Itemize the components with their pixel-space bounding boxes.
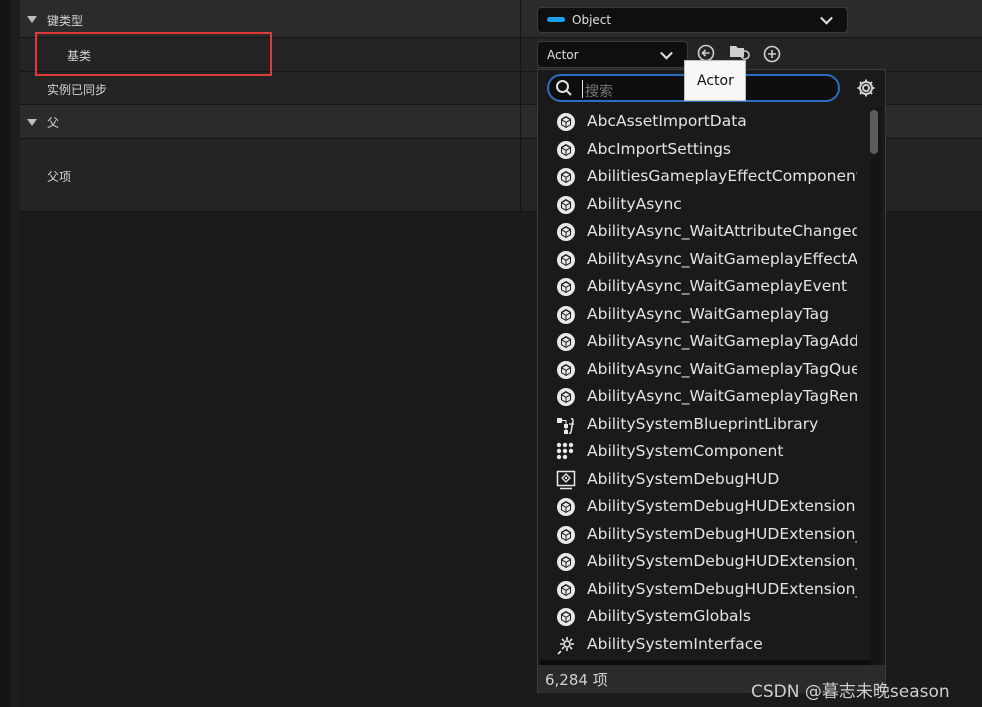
column-divider (520, 72, 521, 104)
key-type-value: Object (572, 13, 612, 27)
blueprint-library-icon (557, 417, 574, 434)
column-divider (520, 139, 521, 211)
chevron-down-icon (660, 46, 673, 60)
base-class-dropdown[interactable]: Actor (537, 41, 688, 68)
class-list-item[interactable]: AbilitySystemDebugHUD (540, 466, 872, 494)
column-divider (520, 38, 521, 71)
class-list-item-label: AbilityAsync (587, 194, 682, 213)
collapse-arrow-icon[interactable] (27, 119, 37, 126)
create-new-plus-icon[interactable] (763, 45, 781, 63)
parent-item-label: 父项 (47, 170, 72, 184)
class-list-item-label: AbilityAsync_WaitGameplayTag (587, 304, 829, 323)
class-list-item-label: AbcAssetImportData (587, 112, 747, 130)
class-list-item[interactable]: AbilitySystemComponent (540, 438, 872, 466)
class-list-item[interactable]: AbilitySystemDebugHUDExtension_ (540, 521, 872, 549)
class-list-item[interactable]: AbilitiesGameplayEffectComponent (540, 163, 872, 191)
text-caret (582, 80, 583, 98)
class-cube-icon (557, 223, 575, 241)
column-divider (520, 105, 521, 138)
class-list-item[interactable]: AbilityAsync_WaitAttributeChanged (540, 218, 872, 246)
search-placeholder: 搜索 (585, 84, 613, 100)
class-list-item-label: AbilityAsync_WaitGameplayEvent (587, 277, 848, 295)
class-cube-icon (557, 388, 575, 406)
class-cube-icon (557, 608, 575, 626)
class-list-item[interactable]: AbcAssetImportData (540, 108, 872, 136)
class-list-item[interactable]: AbilitySystemDebugHUDExtension (540, 493, 872, 521)
item-count: 6,284 项 (545, 671, 608, 689)
class-cube-icon (557, 498, 575, 516)
class-picker-panel: 搜索 AbcAssetImportData AbcImportSettings Ab… (537, 69, 886, 693)
class-list-item[interactable]: AbilityAsync_WaitGameplayEffectApplied (540, 246, 872, 274)
class-cube-icon (557, 333, 575, 351)
class-list-item[interactable]: AbilitySystemGlobals (540, 603, 872, 631)
parent-label: 父 (47, 116, 60, 130)
base-class-value: Actor (547, 48, 579, 62)
class-list-item-label: AbilityAsync_WaitGameplayTagAdded (587, 332, 857, 350)
browse-folder-icon[interactable] (729, 43, 751, 61)
hud-icon (556, 470, 576, 489)
instance-synced-label: 实例已同步 (47, 83, 108, 97)
object-type-pill-icon (547, 17, 565, 22)
class-list-item[interactable]: AbilitySystemDebugHUDExtension_ (540, 548, 872, 576)
tooltip: Actor (684, 60, 746, 101)
class-cube-icon (557, 553, 575, 571)
component-dots-icon (556, 442, 574, 460)
class-list-item-label: AbilityAsync_WaitGameplayTagRemoved (587, 387, 857, 405)
class-list-item[interactable]: AbilitySystemBlueprintLibrary (540, 411, 872, 439)
class-list-item[interactable]: AbilityAsync_WaitGameplayTagAdded (540, 328, 872, 356)
class-cube-icon (557, 580, 575, 599)
tooltip-text: Actor (697, 73, 734, 89)
class-cube-icon (557, 305, 575, 324)
column-divider (520, 0, 521, 37)
class-list-item-label: AbilitySystemDebugHUD (587, 469, 780, 488)
class-cube-icon (557, 525, 575, 544)
class-list-item[interactable]: AbilitySystemDebugHUDExtension_ (540, 576, 872, 604)
class-cube-icon (557, 278, 575, 296)
class-list-item[interactable]: AbilityAsync_WaitGameplayEvent (540, 273, 872, 301)
interface-icon (557, 636, 574, 655)
class-list-item-label: AbilitySystemDebugHUDExtension_ (587, 524, 857, 543)
class-cube-icon (557, 250, 575, 269)
class-list-item-label: AbilitySystemDebugHUDExtension_ (587, 579, 857, 598)
class-cube-icon (557, 360, 575, 379)
key-type-dropdown[interactable]: Object (537, 7, 848, 33)
class-list-item-label: AbilityAsync_WaitGameplayEffectApplied (587, 249, 857, 268)
class-list-item-label: AbilitiesGameplayEffectComponent (587, 167, 857, 185)
highlight-annotation-box (35, 32, 272, 76)
collapse-arrow-icon[interactable] (27, 16, 37, 23)
class-list-item[interactable]: AbilityAsync (540, 191, 872, 219)
watermark-text: CSDN @暮志未晚season (751, 682, 950, 702)
class-list-item-label: AbilityAsync_WaitGameplayTagQuery (587, 359, 857, 378)
class-list-item-label: AbcImportSettings (587, 139, 731, 158)
class-list-item[interactable]: AbilityAsync_WaitGameplayTagRemoved (540, 383, 872, 411)
class-list-item[interactable]: AbilityAsync_WaitGameplayTag (540, 301, 872, 329)
key-type-label: 键类型 (47, 14, 84, 28)
left-gutter (0, 0, 10, 707)
vertical-scrollbar[interactable] (871, 108, 881, 668)
class-list-item-label: AbilitySystemComponent (587, 442, 784, 460)
scrollbar-thumb[interactable] (870, 110, 878, 154)
class-list-item[interactable]: AbcImportSettings (540, 136, 872, 164)
class-list-item-label: AbilitySystemDebugHUDExtension_ (587, 552, 857, 570)
class-cube-icon (557, 140, 575, 159)
class-list-item[interactable]: AbilityAsync_WaitGameplayTagQuery (540, 356, 872, 384)
settings-gear-icon[interactable] (856, 78, 876, 98)
chevron-down-icon (820, 11, 833, 25)
class-cube-icon (557, 113, 575, 131)
search-icon (556, 80, 572, 96)
class-list-item-label: AbilitySystemInterface (587, 634, 763, 653)
left-gutter-inner (10, 0, 20, 707)
class-cube-icon (557, 195, 575, 214)
class-list-item-label: AbilitySystemBlueprintLibrary (587, 414, 819, 433)
class-cube-icon (557, 168, 575, 186)
class-list-item-label: AbilitySystemDebugHUDExtension (587, 497, 856, 515)
class-list-item-label: AbilitySystemGlobals (587, 607, 751, 625)
class-list-item-label: AbilityAsync_WaitAttributeChanged (587, 222, 857, 240)
class-list[interactable]: AbcAssetImportData AbcImportSettings Abili… (540, 108, 872, 660)
class-list-item[interactable]: AbilitySystemInterface (540, 631, 872, 659)
